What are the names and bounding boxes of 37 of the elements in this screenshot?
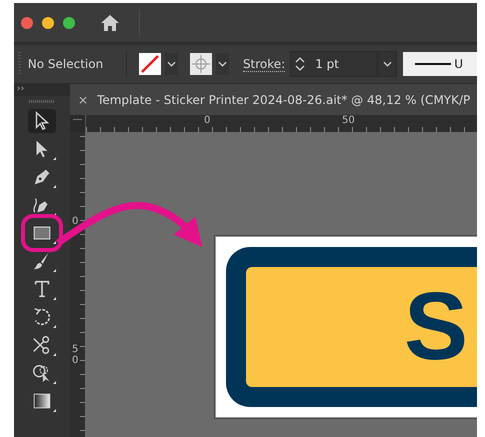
submenu-triangle-icon [53, 241, 56, 244]
ruler-label: 0 [204, 115, 210, 127]
ruler-label: 50 [72, 344, 78, 366]
caret-icon [167, 61, 176, 67]
stroke-weight-field[interactable]: 1 pt [290, 51, 398, 77]
submenu-triangle-icon [53, 297, 56, 300]
stepper-icon[interactable] [295, 56, 306, 72]
submenu-triangle-icon [53, 381, 56, 384]
zoom-window-button[interactable] [63, 16, 75, 28]
submenu-triangle-icon [53, 353, 56, 356]
highlight-ring [21, 214, 63, 252]
caret-icon[interactable] [382, 61, 392, 67]
selection-status: No Selection [28, 57, 104, 71]
home-icon[interactable] [100, 14, 120, 32]
submenu-triangle-icon [53, 325, 56, 328]
dropdown-button[interactable] [165, 53, 178, 75]
ruler-label: 50 [342, 115, 355, 127]
ruler-label: 0 [72, 216, 78, 227]
submenu-triangle-icon [53, 213, 56, 216]
minimize-window-button[interactable] [42, 16, 54, 28]
tool-button[interactable] [28, 109, 56, 133]
sticker-text: S [404, 279, 466, 375]
dropdown-button[interactable] [216, 53, 229, 75]
stroke-profile-field[interactable]: U [403, 52, 477, 76]
stroke-label[interactable]: Stroke: [242, 56, 286, 72]
submenu-triangle-icon [53, 409, 56, 412]
fill-swatch[interactable] [139, 53, 162, 75]
close-window-button[interactable] [21, 16, 33, 28]
submenu-triangle-icon [53, 269, 56, 272]
document-title: Template - Sticker Printer 2024-08-26.ait* @ 48,12 % (CMYK/P [97, 92, 470, 106]
submenu-triangle-icon [53, 185, 56, 188]
close-tab-button[interactable]: × [78, 92, 88, 106]
stroke-swatch[interactable] [190, 53, 212, 75]
submenu-triangle-icon [53, 157, 56, 160]
caret-icon [218, 61, 227, 67]
collapse-button[interactable]: ›› [17, 85, 24, 94]
document-tab[interactable]: × Template - Sticker Printer 2024-08-26.ait* @ 48,12 % (CMYK/P [70, 84, 477, 115]
